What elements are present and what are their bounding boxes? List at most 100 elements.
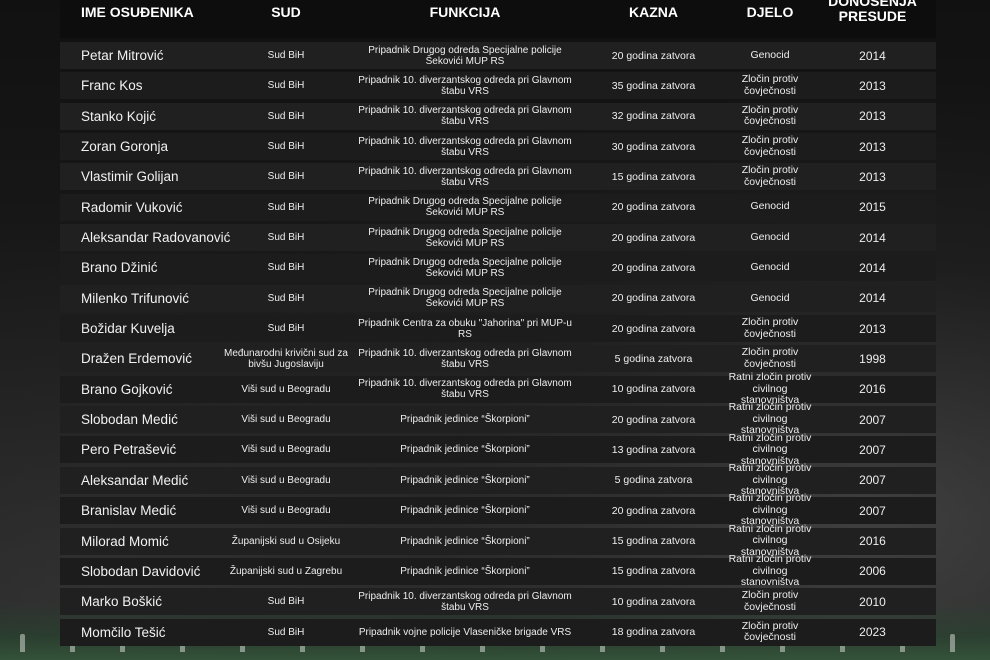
cell-function: Pripadnik Drugog odreda Specijalne polic… [350, 285, 580, 312]
cell-function: Pripadnik Drugog odreda Specijalne polic… [350, 254, 580, 281]
cell-year: 2014 [830, 42, 915, 69]
cell-name-text: Aleksandar Medić [81, 472, 189, 488]
table-row: Aleksandar Radovanović Sud BiH Pripadnik D… [60, 224, 936, 252]
header-court: SUD [271, 4, 301, 20]
table-row: Franc Kos Sud BiH Pripadnik 10. diverzants… [60, 72, 936, 100]
cell-year-text: 2014 [859, 260, 886, 275]
cell-year-text: 2007 [859, 473, 886, 488]
cell-crime: Genocid [725, 254, 815, 281]
cell-name-text: Zoran Goronja [81, 139, 169, 155]
cell-function: Pripadnik vojne policije Vlaseničke brig… [350, 619, 580, 646]
cell-year: 2013 [830, 103, 915, 130]
cell-sentence-text: 20 godina zatvora [611, 231, 696, 244]
cell-function-text: Pripadnik 10. diverzantskog odreda pri G… [358, 74, 572, 97]
cell-sentence-text: 15 godina zatvora [611, 535, 696, 547]
cell-crime-text: Zločin protiv čovječnosti [741, 134, 799, 158]
cell-function-text: Pripadnik 10. diverzantskog odreda pri G… [358, 347, 572, 370]
cell-function: Pripadnik jedinice “Škorpioni” [350, 558, 580, 585]
cell-court-text: Sud BiH [267, 50, 305, 61]
cell-court: Sud BiH [222, 285, 350, 312]
cell-sentence: 30 godina zatvora [580, 133, 727, 160]
cell-court: Viši sud u Beogradu [222, 406, 350, 433]
header-crime: DJELO [746, 4, 794, 20]
cell-sentence: 20 godina zatvora [580, 406, 727, 433]
cell-crime: Ratni zločin protiv civilnog stanovništv… [725, 523, 815, 557]
cell-court-text: Viši sud u Beogradu [241, 474, 331, 486]
table-row: Branislav Medić Viši sud u Beogradu Pripad… [60, 493, 936, 527]
cell-sentence: 20 godina zatvora [580, 254, 727, 281]
cell-crime-text: Ratni zločin protiv civilnog stanovništv… [728, 553, 812, 589]
cell-court-text: Županijski sud u Osijeku [231, 535, 341, 547]
cell-court: Sud BiH [222, 224, 350, 251]
cell-year-text: 2007 [859, 442, 886, 457]
cell-court: Sud BiH [222, 133, 350, 160]
cell-function: Pripadnik jedinice “Škorpioni” [350, 528, 580, 555]
cell-name-text: Milenko Trifunović [81, 290, 190, 306]
cell-sentence-text: 15 godina zatvora [611, 170, 696, 183]
cell-court-text: Sud BiH [267, 171, 305, 183]
cell-year: 2015 [830, 194, 915, 221]
cell-year-text: 2007 [859, 412, 886, 427]
cell-function: Pripadnik Centra za obuku "Jahorina" pri… [350, 315, 580, 342]
cell-court: Viši sud u Beogradu [222, 497, 350, 524]
cell-sentence: 20 godina zatvora [580, 42, 727, 69]
cell-function-text: Pripadnik vojne policije Vlaseničke brig… [358, 626, 572, 638]
cell-sentence: 20 godina zatvora [580, 194, 727, 221]
cell-court: Viši sud u Beogradu [222, 467, 350, 494]
cell-function-text: Pripadnik 10. diverzantskog odreda pri G… [358, 378, 572, 401]
cell-year-text: 2007 [859, 503, 886, 518]
table-row: Vlastimir Golijan Sud BiH Pripadnik 10. di… [60, 163, 936, 191]
cell-crime: Genocid [725, 194, 815, 221]
cell-court: Sud BiH [222, 588, 350, 615]
cell-year: 2007 [830, 436, 915, 463]
cell-function: Pripadnik Drugog odreda Specijalne polic… [350, 194, 580, 221]
cell-crime: Ratni zločin protiv civilnog stanovništv… [725, 371, 815, 405]
cell-sentence-text: 13 godina zatvora [611, 443, 696, 456]
cell-sentence-text: 5 godina zatvora [614, 474, 693, 487]
cell-court: Županijski sud u Zagrebu [222, 558, 350, 585]
table-row: Stanko Kojić Sud BiH Pripadnik 10. diverza… [60, 102, 936, 130]
cell-function: Pripadnik jedinice “Škorpioni” [350, 467, 580, 494]
cell-year-text: 2013 [859, 169, 886, 184]
cell-name-text: Dražen Erdemović [81, 351, 193, 367]
cell-function-text: Pripadnik jedinice “Škorpioni” [400, 474, 530, 486]
cell-year: 2014 [830, 224, 915, 251]
table-row: Aleksandar Medić Viši sud u Beogradu Pripa… [60, 462, 936, 497]
cell-year: 2013 [830, 72, 915, 99]
cell-year-text: 2013 [859, 109, 886, 124]
table-header: IME OSUĐENIKA SUD FUNKCIJA KAZNA DJELO D… [60, 0, 936, 38]
cell-year: 2013 [830, 315, 915, 342]
cell-year: 2014 [830, 254, 915, 281]
marker-shape [950, 634, 955, 652]
cell-sentence: 20 godina zatvora [580, 285, 727, 312]
cell-crime-text: Zločin protiv čovječnosti [741, 164, 799, 188]
cell-function: Pripadnik 10. diverzantskog odreda pri G… [350, 103, 580, 130]
cell-sentence-text: 20 godina zatvora [611, 49, 696, 62]
cell-court-text: Međunarodni krivični sud za bivšu Jugosl… [224, 347, 348, 370]
header-sentence: KAZNA [629, 4, 678, 20]
cell-court-text: Viši sud u Beogradu [241, 383, 331, 395]
cell-crime-text: Genocid [750, 291, 790, 304]
cell-name-text: Brano Džinić [81, 260, 158, 276]
cell-court-text: Sud BiH [267, 110, 305, 122]
table-row: Slobodan Medić Viši sud u Beogradu Pripadn… [60, 402, 936, 436]
cell-crime-text: Zločin protiv čovječnosti [741, 73, 799, 97]
cell-sentence: 10 godina zatvora [580, 588, 727, 615]
table-row: Dražen Erdemović Međunarodni krivični sud… [60, 345, 936, 373]
cell-court-text: Sud BiH [267, 596, 305, 608]
cell-year-text: 2015 [859, 200, 886, 215]
cell-crime: Zločin protiv čovječnosti [725, 588, 815, 615]
cell-year: 2007 [830, 497, 915, 524]
cell-sentence: 35 godina zatvora [580, 72, 727, 99]
cell-sentence-text: 35 godina zatvora [611, 79, 696, 92]
cell-year-text: 2023 [859, 625, 886, 640]
cell-crime-text: Zločin protiv čovječnosti [741, 316, 799, 340]
cell-function: Pripadnik 10. diverzantskog odreda pri G… [350, 376, 580, 403]
cell-court-text: Sud BiH [267, 323, 305, 335]
cell-sentence: 20 godina zatvora [580, 315, 727, 342]
cell-sentence: 20 godina zatvora [580, 497, 727, 524]
cell-function: Pripadnik jedinice “Škorpioni” [350, 406, 580, 433]
cell-crime-text: Zločin protiv čovječnosti [741, 103, 799, 128]
cell-name-text: Stanko Kojić [81, 108, 157, 124]
cell-crime: Zločin protiv čovječnosti [725, 103, 815, 130]
